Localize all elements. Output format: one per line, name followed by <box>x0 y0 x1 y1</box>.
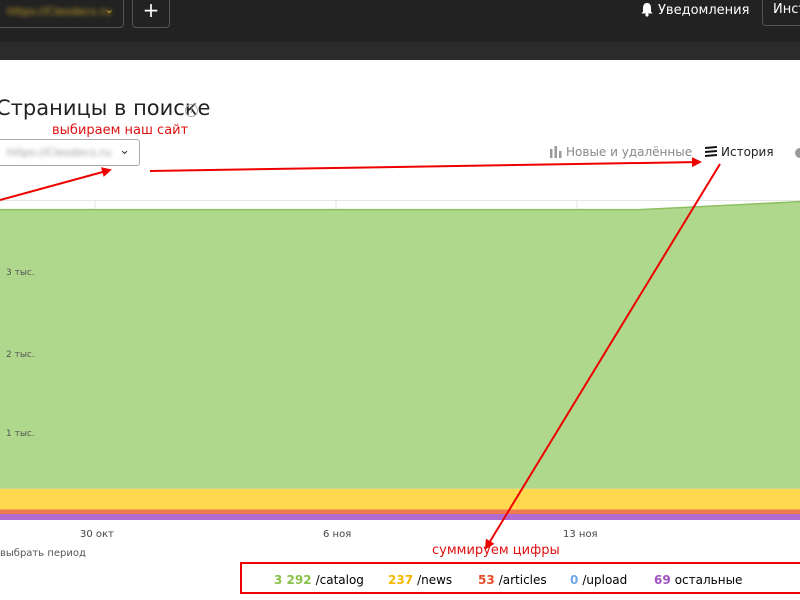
annotation-arrows <box>0 157 721 550</box>
arrow-to-history-tab <box>149 157 702 172</box>
arrow-to-summary <box>484 163 721 550</box>
arrow-to-site-dropdown <box>0 167 112 201</box>
